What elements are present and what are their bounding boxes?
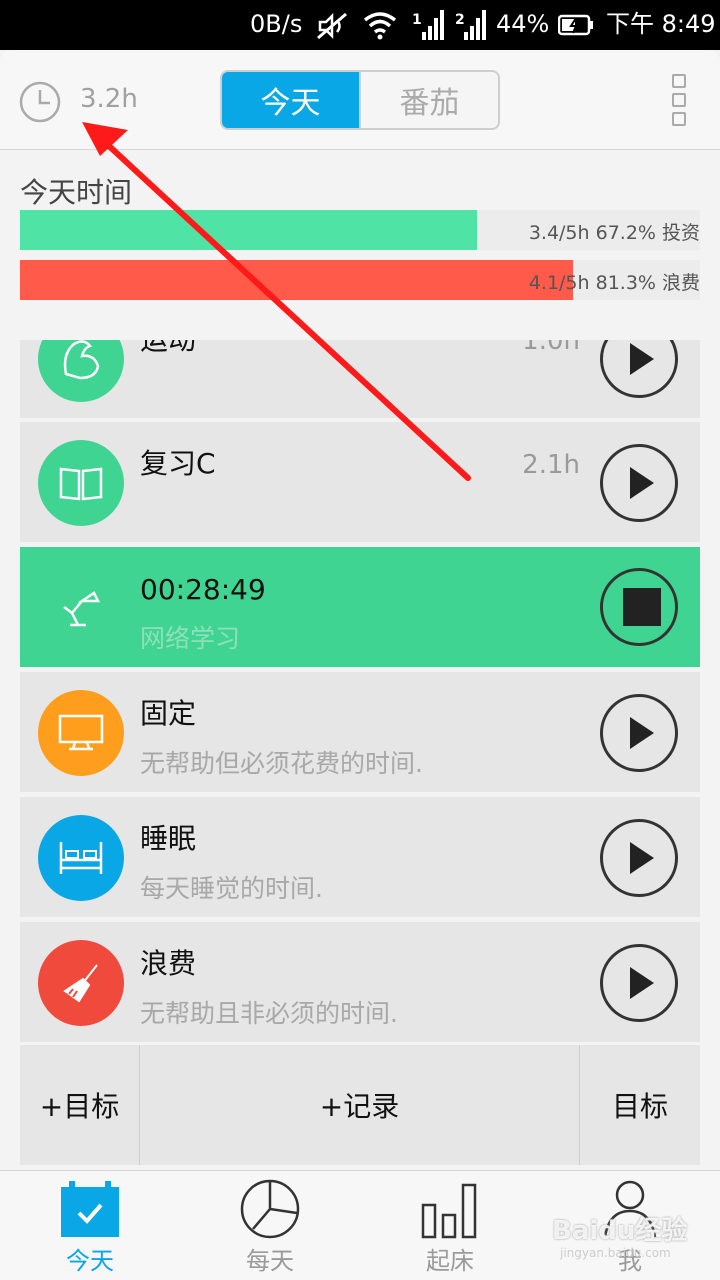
list-item[interactable]: 睡眠 每天睡觉的时间. <box>20 797 700 917</box>
activity-desc: 无帮助且非必须的时间. <box>140 999 398 1028</box>
play-button[interactable] <box>600 944 678 1022</box>
invest-bar: 3.4/5h 67.2% 投资 <box>20 210 700 250</box>
app-header: 3.2h 今天 番茄 <box>0 50 720 150</box>
waste-bar-fill <box>20 260 573 300</box>
clock-icon[interactable] <box>18 80 62 124</box>
mute-icon <box>317 12 347 40</box>
pie-chart-icon <box>240 1179 300 1239</box>
play-button[interactable] <box>600 694 678 772</box>
nav-label: 每天 <box>246 1247 294 1275</box>
bar-chart-icon <box>421 1183 477 1239</box>
activity-name: 固定 <box>140 697 197 730</box>
nav-label: 今天 <box>66 1247 114 1275</box>
nav-label: 起床 <box>426 1247 474 1275</box>
add-goal-button[interactable]: +目标 <box>20 1045 140 1165</box>
invest-bar-fill <box>20 210 477 250</box>
activity-name: 睡眠 <box>140 822 197 855</box>
play-button[interactable] <box>600 444 678 522</box>
timer-activity: 网络学习 <box>140 624 241 653</box>
tab-today[interactable]: 今天 <box>222 72 359 128</box>
activity-hours: 2.1h <box>522 450 580 480</box>
book-icon <box>38 440 124 526</box>
overflow-menu-icon[interactable] <box>672 74 690 128</box>
play-button[interactable] <box>600 819 678 897</box>
activity-desc: 无帮助但必须花费的时间. <box>140 749 423 778</box>
watermark: Baidu经验 <box>552 1216 688 1246</box>
stop-button[interactable] <box>600 568 678 646</box>
status-bar: 0B/s 1 2 44% 下午 8:49 <box>0 0 720 50</box>
broom-icon <box>38 940 124 1026</box>
battery-percent: 44% <box>496 10 550 38</box>
total-hours: 3.2h <box>80 84 138 114</box>
bed-icon <box>38 815 124 901</box>
sim1-label: 1 <box>412 12 422 28</box>
list-item[interactable]: 运动 1.0h <box>20 340 700 418</box>
list-item[interactable]: 复习C 2.1h <box>20 422 700 542</box>
monitor-icon <box>38 690 124 776</box>
view-toggle: 今天 番茄 <box>220 70 500 130</box>
activity-name: 浪费 <box>140 947 197 980</box>
clock-time: 下午 8:49 <box>606 10 716 38</box>
net-speed: 0B/s <box>250 10 303 38</box>
battery-icon <box>558 14 593 36</box>
activity-desc: 每天睡觉的时间. <box>140 874 323 903</box>
nav-today[interactable]: 今天 <box>0 1171 180 1280</box>
panel-title: 今天时间 <box>20 176 133 209</box>
today-time-panel: 今天时间 3.4/5h 67.2% 投资 4.1/5h 81.3% 浪费 <box>0 151 720 341</box>
activity-name: 复习C <box>140 447 216 480</box>
waste-bar: 4.1/5h 81.3% 浪费 <box>20 260 700 300</box>
timer-elapsed: 00:28:49 <box>140 573 266 606</box>
wifi-icon <box>363 12 397 40</box>
list-item[interactable]: 固定 无帮助但必须花费的时间. <box>20 672 700 792</box>
add-record-button[interactable]: +记录 <box>140 1045 580 1165</box>
list-item[interactable]: 浪费 无帮助且非必须的时间. <box>20 922 700 1042</box>
goals-button[interactable]: 目标 <box>580 1045 700 1165</box>
muscle-icon <box>38 340 124 402</box>
sim2-label: 2 <box>455 12 465 28</box>
tab-pomodoro[interactable]: 番茄 <box>359 72 498 128</box>
nav-wakeup[interactable]: 起床 <box>360 1171 540 1280</box>
action-bar: +目标 +记录 目标 <box>20 1045 700 1165</box>
activity-name: 运动 <box>140 340 196 358</box>
calendar-check-icon <box>61 1181 119 1237</box>
lamp-icon <box>38 565 124 651</box>
watermark-url: jingyan.baidu.com <box>560 1246 671 1260</box>
play-button[interactable] <box>600 340 678 398</box>
invest-bar-label: 3.4/5h 67.2% 投资 <box>528 222 700 244</box>
activity-hours: 1.0h <box>522 340 580 356</box>
waste-bar-label: 4.1/5h 81.3% 浪费 <box>528 272 700 294</box>
nav-daily[interactable]: 每天 <box>180 1171 360 1280</box>
active-timer-item[interactable]: 00:28:49 网络学习 <box>20 547 700 667</box>
